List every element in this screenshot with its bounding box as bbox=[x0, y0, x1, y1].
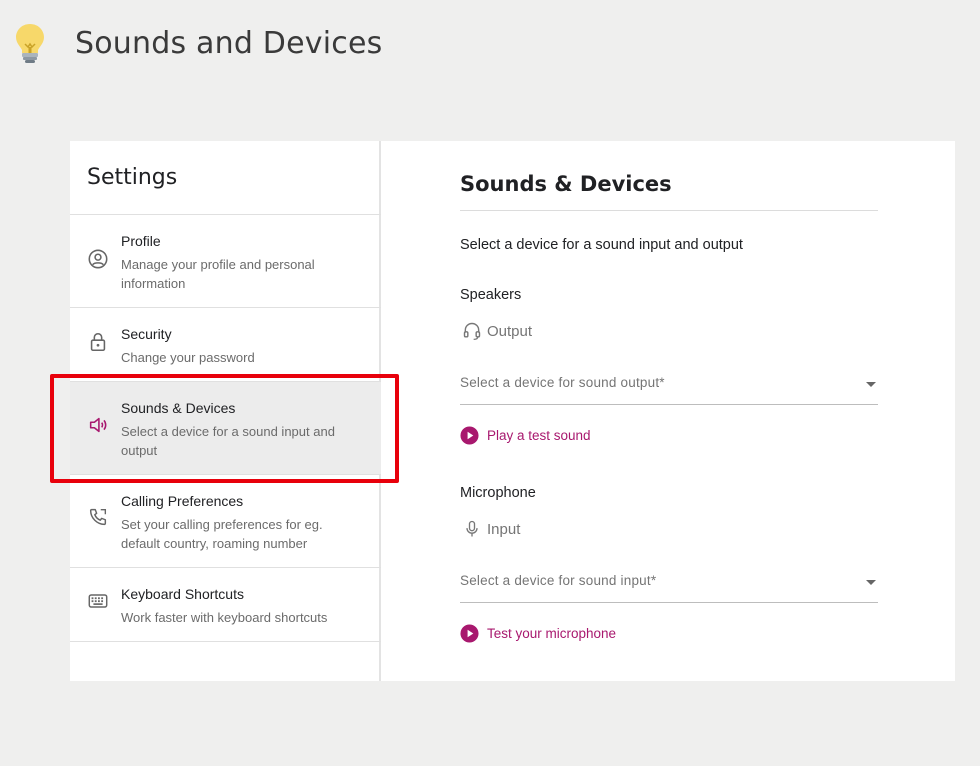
sidebar-item-label: Sounds & Devices bbox=[121, 400, 236, 416]
profile-icon bbox=[87, 248, 109, 270]
sidebar-item-label: Keyboard Shortcuts bbox=[121, 586, 244, 602]
speaker-icon bbox=[87, 414, 109, 436]
sidebar-item-calling-preferences[interactable]: Calling Preferences Set your calling pre… bbox=[70, 475, 381, 568]
microphone-icon bbox=[462, 519, 482, 539]
test-microphone-button[interactable]: Test your microphone bbox=[460, 623, 616, 643]
microphone-section-title: Microphone bbox=[460, 485, 536, 501]
speakers-section-title: Speakers bbox=[460, 287, 522, 303]
input-type: Input bbox=[462, 518, 520, 540]
settings-sidebar: Settings Profile Manage your profile and… bbox=[70, 141, 381, 681]
play-test-sound-label: Play a test sound bbox=[487, 427, 591, 443]
output-type: Output bbox=[462, 320, 532, 342]
sidebar-item-description: Change your password bbox=[121, 350, 255, 365]
sounds-devices-panel: Sounds & Devices Select a device for a s… bbox=[460, 141, 955, 681]
content-subtitle: Select a device for a sound input and ou… bbox=[460, 237, 743, 253]
keyboard-icon bbox=[87, 590, 109, 612]
input-label: Input bbox=[487, 520, 521, 538]
content-title: Sounds & Devices bbox=[460, 172, 672, 196]
sidebar-item-description: Set your calling preferences for eg. def… bbox=[121, 517, 323, 551]
sound-input-select[interactable]: Select a device for sound input* bbox=[460, 563, 878, 603]
page-header: Sounds and Devices bbox=[0, 0, 980, 90]
sound-output-placeholder: Select a device for sound output* bbox=[460, 375, 665, 390]
output-label: Output bbox=[487, 322, 533, 340]
sidebar-item-description: Select a device for a sound input and ou… bbox=[121, 424, 335, 458]
sidebar-item-profile[interactable]: Profile Manage your profile and personal… bbox=[70, 215, 381, 308]
chevron-down-icon bbox=[866, 580, 876, 585]
chevron-down-icon bbox=[866, 382, 876, 387]
headset-icon bbox=[462, 321, 482, 341]
sidebar-item-security[interactable]: Security Change your password bbox=[70, 308, 381, 382]
play-icon bbox=[460, 623, 479, 643]
lock-icon bbox=[87, 331, 109, 353]
sidebar-item-label: Profile bbox=[121, 233, 161, 249]
sidebar-item-label: Calling Preferences bbox=[121, 493, 244, 509]
sidebar-item-description: Work faster with keyboard shortcuts bbox=[121, 610, 328, 625]
sound-input-placeholder: Select a device for sound input* bbox=[460, 573, 657, 588]
sidebar-item-label: Security bbox=[121, 326, 172, 342]
phone-icon bbox=[87, 506, 109, 528]
lightbulb-icon bbox=[12, 22, 48, 66]
play-test-sound-button[interactable]: Play a test sound bbox=[460, 425, 591, 445]
settings-card: Settings Profile Manage your profile and… bbox=[70, 141, 955, 681]
sidebar-item-description: Manage your profile and personal informa… bbox=[121, 257, 315, 291]
play-icon bbox=[460, 425, 479, 445]
sidebar-title: Settings bbox=[87, 165, 178, 190]
sidebar-item-keyboard-shortcuts[interactable]: Keyboard Shortcuts Work faster with keyb… bbox=[70, 568, 381, 642]
sound-output-select[interactable]: Select a device for sound output* bbox=[460, 365, 878, 405]
page-title: Sounds and Devices bbox=[75, 26, 383, 61]
sidebar-item-sounds-devices[interactable]: Sounds & Devices Select a device for a s… bbox=[70, 382, 381, 475]
test-microphone-label: Test your microphone bbox=[487, 625, 617, 641]
content-divider bbox=[460, 210, 878, 211]
